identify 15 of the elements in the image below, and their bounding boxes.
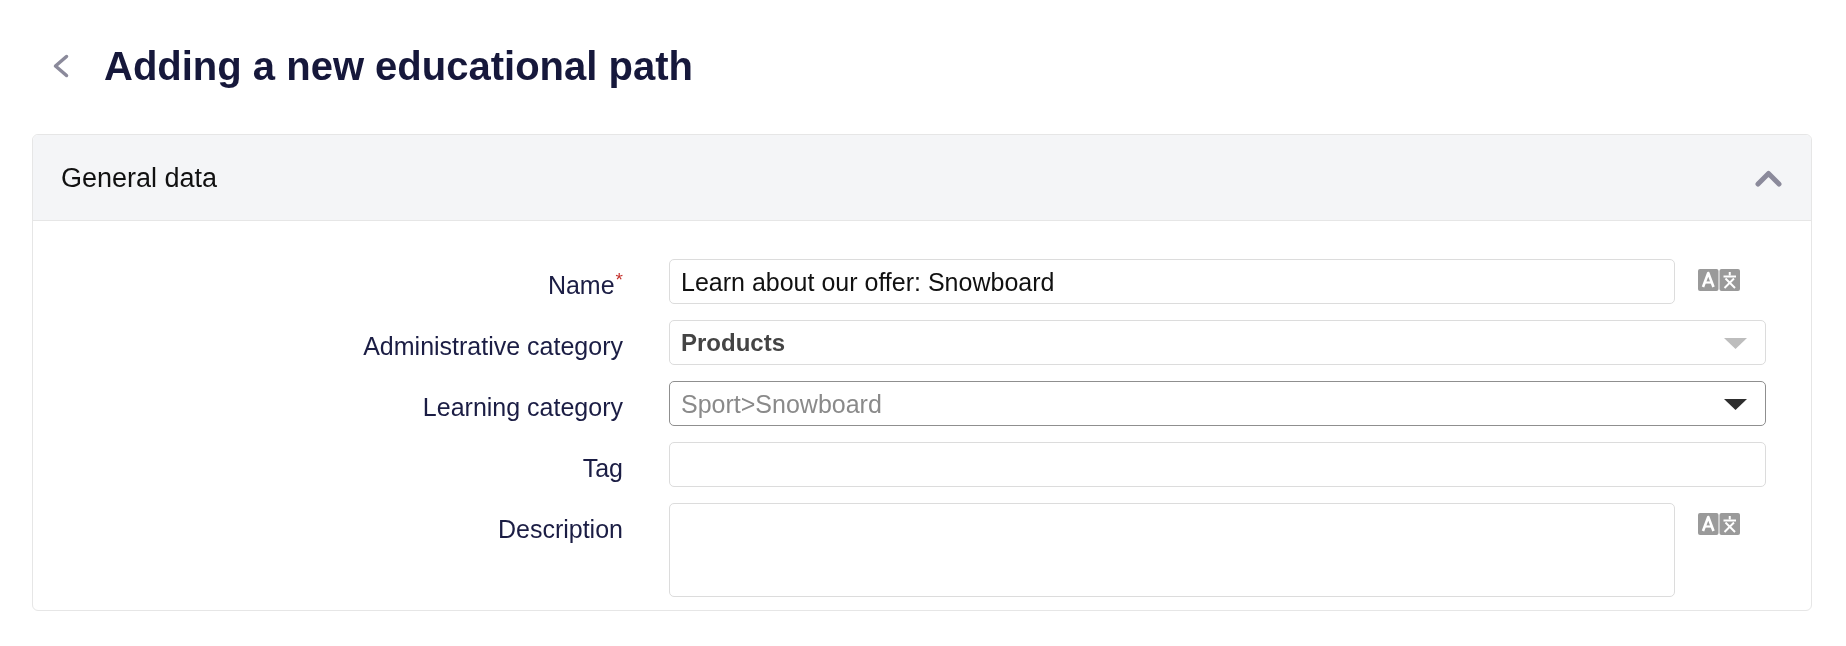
back-icon[interactable] [52,54,69,78]
page-title: Adding a new educational path [104,43,693,90]
text-input[interactable] [669,442,1766,487]
collapse-icon[interactable] [1755,168,1782,187]
text-input[interactable]: Learn about our offer: Snowboard [669,259,1675,304]
translate-icon[interactable] [1698,269,1740,291]
required-mark: * [615,269,623,290]
field-label: Administrative category [363,332,623,360]
field-label: Description [497,515,623,543]
section-header[interactable]: General data [33,135,1811,221]
field-label: Name [547,271,615,299]
translate-icon[interactable] [1698,513,1740,535]
field-label: Learning category [422,393,623,421]
field-label: Tag [582,454,623,482]
section-title: General data [61,161,218,194]
